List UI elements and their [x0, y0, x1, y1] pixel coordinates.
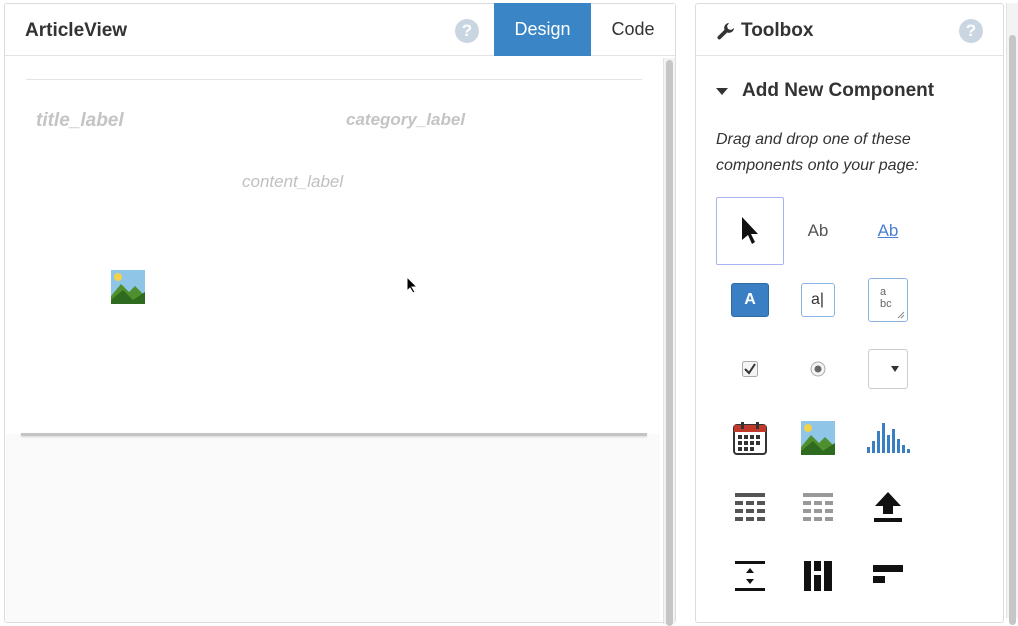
tool-label[interactable]: Ab [784, 197, 852, 265]
toolbox-scrollbar[interactable] [1006, 3, 1018, 625]
caret-down-icon[interactable] [716, 88, 728, 95]
radio-icon [810, 361, 826, 377]
tool-calendar[interactable] [716, 404, 784, 472]
designer-scroll-thumb[interactable] [666, 60, 673, 626]
textarea-icon: a bc [868, 278, 908, 322]
surface-bottom-edge [21, 433, 647, 436]
tool-chart[interactable] [854, 404, 922, 472]
designer-scrollbar[interactable] [663, 58, 675, 626]
tool-textarea[interactable]: a bc [854, 266, 922, 334]
tool-table-light[interactable] [784, 473, 852, 541]
label-ab-icon: Ab [807, 221, 829, 240]
content-label[interactable]: content_label [242, 172, 343, 192]
toolbox-panel: Toolbox ? Add New Component Drag and dro… [695, 3, 1004, 623]
textfield-sample-text: a [811, 291, 820, 308]
toolbox-scroll-thumb[interactable] [1009, 35, 1016, 625]
tool-horizontal-layout[interactable] [854, 542, 922, 610]
horizontal-layout-icon [873, 565, 903, 583]
textarea-sample-text: a bc [880, 286, 892, 310]
tool-upload[interactable] [854, 473, 922, 541]
tool-image[interactable] [784, 404, 852, 472]
vertical-spacer-icon [735, 561, 765, 591]
designer-panel: ArticleView ? Design Code title_label ca… [4, 3, 676, 626]
link-ab-icon: Ab [877, 221, 899, 240]
tab-design[interactable]: Design [494, 3, 591, 56]
toolbox-title: Toolbox [741, 20, 814, 41]
design-surface[interactable]: title_label category_label content_label [6, 56, 660, 434]
help-icon[interactable]: ? [455, 19, 479, 43]
design-canvas[interactable]: title_label category_label content_label [6, 56, 660, 622]
tool-vertical-layout[interactable] [784, 542, 852, 610]
wrench-icon [717, 23, 734, 40]
pointer-icon [742, 217, 758, 244]
surface-top-divider [26, 79, 642, 80]
tool-table[interactable] [716, 473, 784, 541]
tool-dropdown[interactable] [854, 335, 922, 403]
button-a-icon: A [731, 283, 769, 317]
image-placeholder-icon[interactable] [111, 270, 145, 304]
image-icon [801, 421, 835, 455]
tool-vertical-spacer[interactable] [716, 542, 784, 610]
textfield-icon: a | [801, 283, 835, 317]
toolbox-help-icon[interactable]: ? [959, 19, 983, 43]
checkbox-icon [742, 361, 758, 377]
page-title: ArticleView [25, 20, 128, 41]
table-icon [735, 493, 765, 521]
tab-code[interactable]: Code [591, 4, 675, 55]
dropdown-icon [868, 349, 908, 389]
designer-header: ArticleView ? Design Code [5, 3, 675, 56]
tool-pointer[interactable] [716, 197, 784, 265]
chart-icon [867, 423, 910, 453]
vertical-layout-icon [804, 561, 832, 591]
tool-radio[interactable] [784, 335, 852, 403]
calendar-icon [733, 422, 767, 455]
mouse-cursor-icon [406, 276, 418, 294]
category-label[interactable]: category_label [346, 110, 465, 130]
toolbox-header: Toolbox ? [696, 4, 1003, 56]
section-title[interactable]: Add New Component [742, 80, 934, 102]
tool-checkbox[interactable] [716, 335, 784, 403]
upload-icon [874, 492, 902, 522]
title-label[interactable]: title_label [36, 110, 124, 132]
tool-textfield[interactable]: a | [784, 266, 852, 334]
tool-link[interactable]: Ab [854, 197, 922, 265]
tool-button[interactable]: A [716, 266, 784, 334]
table-light-icon [803, 493, 833, 521]
toolbox-instructions: Drag and drop one of these components on… [716, 131, 919, 174]
